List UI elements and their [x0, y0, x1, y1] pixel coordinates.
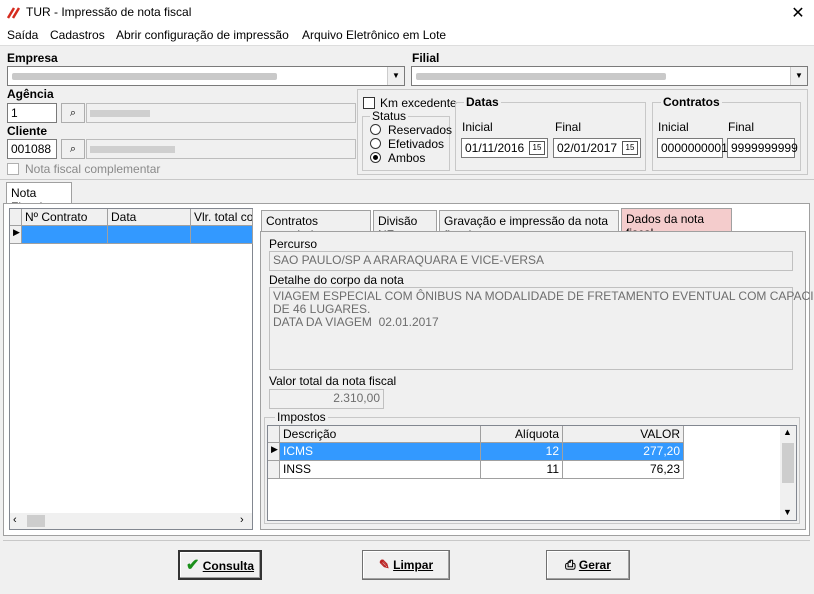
- nf-complementar-checkbox[interactable]: [7, 163, 19, 175]
- scroll-thumb[interactable]: [782, 443, 794, 483]
- filial-select[interactable]: ▼: [411, 66, 808, 86]
- agencia-name-field: [86, 103, 356, 123]
- binoculars-icon[interactable]: ⌕: [61, 139, 85, 159]
- radio-reservados-label: Reservados: [388, 123, 453, 137]
- datas-inicial-label: Inicial: [462, 120, 493, 134]
- tab-divisao-nf[interactable]: Divisão NF: [373, 210, 437, 242]
- data-inicial-input[interactable]: 01/11/2016 15: [461, 138, 548, 158]
- scroll-up-icon[interactable]: ▲: [783, 427, 792, 437]
- scroll-left-icon[interactable]: ‹: [13, 514, 17, 526]
- tab-contratos-associados[interactable]: Contratos associados: [261, 210, 371, 242]
- vertical-scrollbar[interactable]: ▲ ▼: [780, 426, 796, 520]
- table-row-cell[interactable]: 11: [481, 461, 563, 479]
- column-descricao[interactable]: Descrição: [280, 426, 481, 443]
- limpar-button[interactable]: ✎ Limpar: [362, 550, 450, 580]
- filial-label: Filial: [412, 51, 440, 65]
- calendar-icon[interactable]: 15: [622, 141, 638, 155]
- impostos-title: Impostos: [275, 410, 328, 424]
- menu-item-saida[interactable]: Saída: [7, 28, 38, 42]
- radio-ambos-label: Ambos: [388, 151, 426, 165]
- datas-group: [455, 102, 646, 171]
- datas-title: Datas: [464, 95, 501, 109]
- cliente-label: Cliente: [7, 124, 48, 138]
- table-row-cell[interactable]: INSS: [280, 461, 481, 479]
- menu-item-config-impressao[interactable]: Abrir configuração de impressão: [116, 28, 289, 42]
- window-title: TUR - Impressão de nota fiscal: [26, 5, 192, 19]
- nf-complementar-label: Nota fiscal complementar: [25, 162, 161, 176]
- table-row-cell[interactable]: 12: [481, 443, 563, 461]
- column-aliquota[interactable]: Alíquota: [481, 426, 563, 443]
- detalhe-field[interactable]: VIAGEM ESPECIAL COM ÔNIBUS NA MODALIDADE…: [269, 287, 814, 370]
- app-logo-icon: [6, 7, 21, 19]
- contrato-final-input[interactable]: 9999999999: [727, 138, 798, 158]
- table-row-cell[interactable]: [108, 226, 191, 244]
- binoculars-icon[interactable]: ⌕: [61, 103, 85, 123]
- table-row-cell[interactable]: 76,23: [563, 461, 684, 479]
- gerar-button[interactable]: ⎙ Gerar: [546, 550, 630, 580]
- valor-total-label: Valor total da nota fiscal: [269, 374, 397, 388]
- row-indicator-icon: ▶: [10, 226, 22, 244]
- contracts-grid[interactable]: Nº Contrato Data Vlr. total cor ▶ ‹ ›: [9, 208, 253, 530]
- menu-item-arquivo-lote[interactable]: Arquivo Eletrônico em Lote: [302, 28, 446, 42]
- scroll-thumb[interactable]: [27, 515, 45, 527]
- datas-final-label: Final: [555, 120, 582, 134]
- column-nr-contrato[interactable]: Nº Contrato: [22, 209, 108, 226]
- divider: [0, 179, 814, 180]
- calendar-icon[interactable]: 15: [529, 141, 545, 155]
- percurso-field[interactable]: SAO PAULO/SP A ARARAQUARA E VICE-VERSA: [269, 251, 793, 271]
- horizontal-scrollbar[interactable]: ‹ ›: [10, 513, 252, 529]
- tab-gravacao-impressao[interactable]: Gravação e impressão da nota fiscal: [439, 210, 619, 242]
- radio-efetivados[interactable]: [370, 138, 381, 152]
- row-indicator-icon: ▶: [268, 443, 280, 461]
- title-bar: TUR - Impressão de nota fiscal ✕: [0, 0, 814, 26]
- cliente-input[interactable]: 001088: [7, 139, 57, 159]
- empresa-label: Empresa: [7, 51, 58, 65]
- status-title: Status: [370, 109, 409, 123]
- divider: [3, 540, 810, 541]
- tab-nota-fiscal[interactable]: Nota Fiscal: [6, 182, 72, 214]
- table-row-cell[interactable]: 277,20: [563, 443, 684, 461]
- km-excedente-checkbox[interactable]: [363, 97, 375, 109]
- contratos-final-label: Final: [728, 120, 755, 134]
- radio-ambos[interactable]: [370, 152, 381, 166]
- chevron-down-icon[interactable]: ▼: [387, 67, 404, 85]
- agencia-label: Agência: [7, 87, 54, 101]
- menu-bar: Saída Cadastros Abrir configuração de im…: [0, 26, 814, 46]
- percurso-label: Percurso: [269, 237, 318, 251]
- check-icon: ✔: [185, 557, 200, 574]
- valor-total-field: 2.310,00: [269, 389, 384, 409]
- scroll-right-icon[interactable]: ›: [240, 514, 244, 526]
- cliente-name-field: [86, 139, 356, 159]
- menu-item-cadastros[interactable]: Cadastros: [50, 28, 105, 42]
- table-row-cell[interactable]: ICMS: [280, 443, 481, 461]
- empresa-select[interactable]: ▼: [7, 66, 405, 86]
- agencia-input[interactable]: 1: [7, 103, 57, 123]
- tab-dados-nota-fiscal[interactable]: Dados da nota fiscal: [621, 208, 732, 240]
- consulta-button[interactable]: ✔ Consulta: [178, 550, 262, 580]
- column-vlr-total[interactable]: Vlr. total cor: [191, 209, 253, 226]
- detalhe-label: Detalhe do corpo da nota: [269, 273, 404, 287]
- scroll-down-icon[interactable]: ▼: [783, 507, 792, 517]
- radio-reservados[interactable]: [370, 124, 381, 138]
- column-data[interactable]: Data: [108, 209, 191, 226]
- close-icon[interactable]: ✕: [788, 3, 808, 23]
- contratos-title: Contratos: [661, 95, 722, 109]
- contrato-inicial-input[interactable]: 0000000001: [657, 138, 728, 158]
- chevron-down-icon[interactable]: ▼: [790, 67, 807, 85]
- data-final-input[interactable]: 02/01/2017 15: [553, 138, 641, 158]
- impostos-grid[interactable]: Descrição Alíquota VALOR ▶ ICMS 12 277,2…: [267, 425, 797, 521]
- km-excedente-label: Km excedente: [380, 96, 457, 110]
- table-row-cell[interactable]: [191, 226, 253, 244]
- eraser-icon: ✎: [378, 557, 390, 572]
- column-valor[interactable]: VALOR: [563, 426, 684, 443]
- radio-efetivados-label: Efetivados: [388, 137, 445, 151]
- printer-icon: ⎙: [565, 557, 576, 572]
- contratos-inicial-label: Inicial: [658, 120, 689, 134]
- table-row-cell[interactable]: [22, 226, 108, 244]
- contratos-group: [652, 102, 801, 171]
